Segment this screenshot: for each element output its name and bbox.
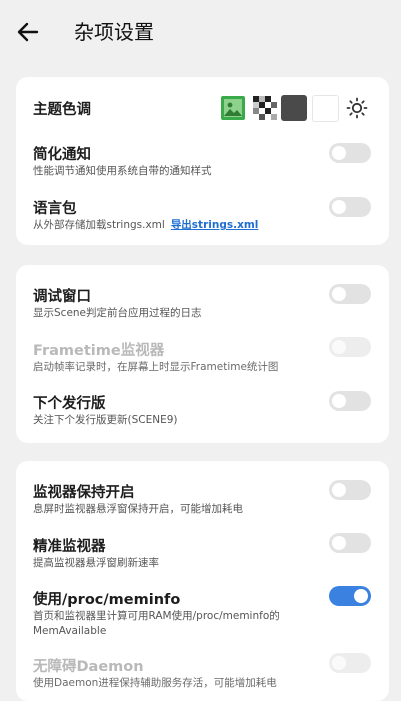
precise-monitor-subtitle: 提高监视器悬浮窗刷新速率 (33, 557, 159, 569)
app-bar: 杂项设置 (0, 0, 401, 64)
language-pack-toggle[interactable] (329, 197, 371, 217)
monitor-keep-row[interactable]: 监视器保持开启 息屏时监视器悬浮窗保持开启，可能增加耗电 (16, 479, 389, 519)
toggle-knob (332, 200, 346, 214)
toggle-knob (332, 340, 346, 354)
settings-card-debug: 调试窗口 显示Scene判定前台应用过程的日志 Frametime监视器 启动帧… (16, 265, 389, 443)
debug-window-row[interactable]: 调试窗口 显示Scene判定前台应用过程的日志 (16, 283, 389, 323)
language-pack-title: 语言包 (33, 201, 77, 217)
meminfo-toggle[interactable] (329, 586, 371, 606)
meminfo-row[interactable]: 使用/proc/meminfo 首页和监视器里计算可用RAM使用/proc/me… (16, 586, 389, 642)
daemon-title: 无障碍Daemon (33, 659, 144, 675)
meminfo-title: 使用/proc/meminfo (33, 592, 181, 608)
simple-notify-row[interactable]: 简化通知 性能调节通知使用系统自带的通知样式 (16, 141, 389, 181)
simple-notify-toggle[interactable] (329, 143, 371, 163)
simple-notify-title: 简化通知 (33, 147, 91, 163)
toggle-knob (332, 483, 346, 497)
frametime-row: Frametime监视器 启动帧率记录时，在屏幕上时显示Frametime统计图 (16, 337, 389, 377)
debug-window-subtitle: 显示Scene判定前台应用过程的日志 (33, 307, 202, 319)
dark-theme-swatch[interactable] (281, 95, 307, 121)
precise-monitor-row[interactable]: 精准监视器 提高监视器悬浮窗刷新速率 (16, 533, 389, 573)
export-strings-link[interactable]: 导出strings.xml (171, 219, 259, 231)
next-release-toggle[interactable] (329, 391, 371, 411)
language-pack-row[interactable]: 语言包 从外部存储加载strings.xml 导出strings.xml (16, 195, 389, 235)
daemon-row: 无障碍Daemon 使用Daemon进程保持辅助服务存活，可能增加耗电 (16, 653, 389, 695)
monitor-keep-subtitle: 息屏时监视器悬浮窗保持开启，可能增加耗电 (33, 503, 243, 515)
auto-theme-button[interactable] (345, 96, 369, 120)
toggle-knob (332, 656, 346, 670)
settings-card-general: 主题色调 简化通知 性能调节通知使用系统自带的通知样式 语言包 从外部存储加载s… (16, 77, 389, 245)
precise-monitor-title: 精准监视器 (33, 539, 106, 555)
white-theme-swatch[interactable] (312, 95, 339, 122)
next-release-subtitle: 关注下个发行版更新(SCENE9) (33, 414, 178, 426)
next-release-title: 下个发行版 (33, 396, 106, 412)
frametime-title: Frametime监视器 (33, 343, 165, 359)
toggle-knob (332, 394, 346, 408)
toggle-knob (332, 287, 346, 301)
frametime-toggle (329, 337, 371, 357)
checker-pattern-icon (253, 96, 277, 120)
theme-row: 主题色调 (16, 95, 389, 122)
back-button[interactable] (14, 18, 42, 46)
image-theme-swatch[interactable] (221, 96, 245, 120)
arrow-left-icon (17, 22, 39, 42)
sun-icon (346, 97, 368, 119)
debug-window-toggle[interactable] (329, 284, 371, 304)
next-release-row[interactable]: 下个发行版 关注下个发行版更新(SCENE9) (16, 390, 389, 430)
toggle-knob (354, 589, 368, 603)
image-icon (221, 96, 245, 120)
theme-swatches (221, 95, 381, 122)
daemon-toggle (329, 653, 371, 673)
toggle-knob (332, 146, 346, 160)
theme-label: 主题色调 (33, 102, 91, 118)
debug-window-title: 调试窗口 (33, 289, 91, 305)
simple-notify-subtitle: 性能调节通知使用系统自带的通知样式 (33, 165, 212, 177)
monitor-keep-title: 监视器保持开启 (33, 485, 135, 501)
toggle-knob (332, 536, 346, 550)
precise-monitor-toggle[interactable] (329, 533, 371, 553)
checker-theme-swatch[interactable] (253, 96, 277, 120)
meminfo-subtitle: 首页和监视器里计算可用RAM使用/proc/meminfo的MemAvailab… (33, 610, 280, 637)
language-pack-subtitle: 从外部存储加载strings.xml 导出strings.xml (33, 218, 328, 233)
settings-card-monitor: 监视器保持开启 息屏时监视器悬浮窗保持开启，可能增加耗电 精准监视器 提高监视器… (16, 461, 389, 701)
language-pack-subtitle-text: 从外部存储加载strings.xml (33, 219, 165, 231)
page-title: 杂项设置 (74, 20, 154, 44)
monitor-keep-toggle[interactable] (329, 480, 371, 500)
frametime-subtitle: 启动帧率记录时，在屏幕上时显示Frametime统计图 (33, 361, 279, 373)
